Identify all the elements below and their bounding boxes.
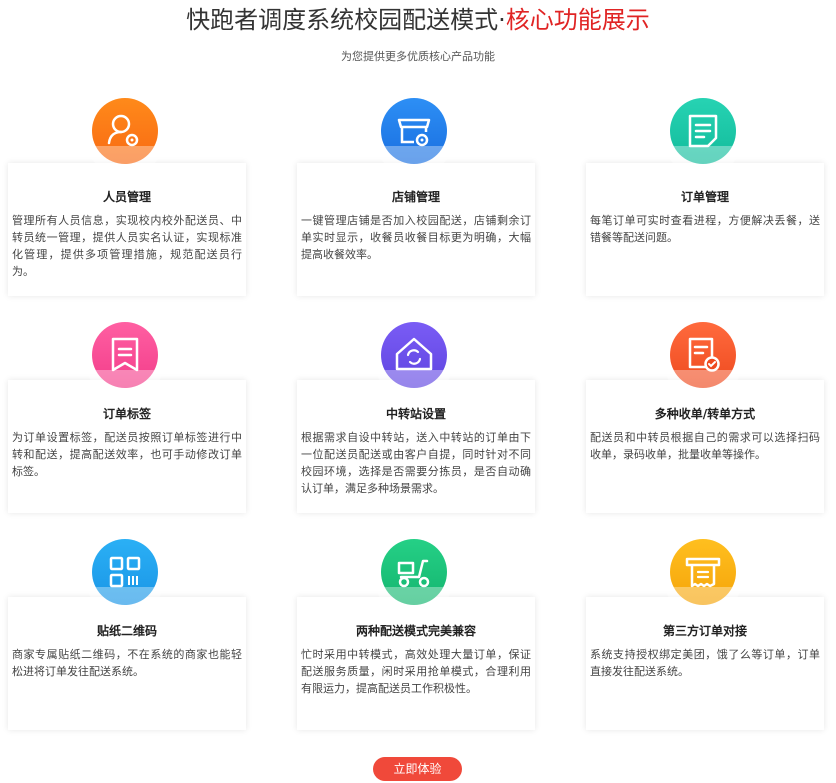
try-now-button[interactable]: 立即体验 (373, 757, 462, 781)
qr-code-icon (88, 539, 162, 611)
feature-card-order-tag: 订单标签 为订单设置标签，配送员按照订单标签进行中转和配送，提高配送效率，也可手… (8, 380, 246, 513)
feature-card-order: 订单管理 每笔订单可实时查看进程，方便解决丢餐，送错餐等配送问题。 (586, 163, 824, 296)
feature-title: 店铺管理 (391, 190, 440, 204)
feature-card-qr-sticker: 贴纸二维码 商家专属贴纸二维码，不在系统的商家也能轻松进将订单发往配送系统。 (8, 597, 246, 730)
page-subtitle: 为您提供更多优质核心产品功能 (341, 50, 495, 63)
feature-title: 人员管理 (102, 190, 151, 204)
feature-card-staff: 人员管理 管理所有人员信息，实现校内校外配送员、中转员统一管理，提供人员实名认证… (8, 163, 246, 296)
page-title: 快跑者调度系统校园配送模式·核心功能展示 (0, 4, 836, 36)
order-document-icon (666, 98, 740, 170)
feature-title: 订单管理 (680, 190, 729, 204)
feature-description: 配送员和中转员根据自己的需求可以选择扫码收单，录码收单，批量收单等操作。 (590, 431, 820, 461)
feature-card-third-party: 第三方订单对接 系统支持授权绑定美团，饿了么等订单，订单直接发往配送系统。 (586, 597, 824, 730)
feature-description: 系统支持授权绑定美团，饿了么等订单，订单直接发往配送系统。 (590, 648, 820, 678)
document-check-icon (666, 322, 740, 394)
feature-card-transfer-station: 中转站设置 根据需求自设中转站，送入中转站的订单由下一位配送员配送或由客户自提，… (297, 380, 535, 513)
feature-description: 商家专属贴纸二维码，不在系统的商家也能轻松进将订单发往配送系统。 (12, 648, 242, 678)
feature-card-receive-transfer: 多种收单/转单方式 配送员和中转员根据自己的需求可以选择扫码收单，录码收单，批量… (586, 380, 824, 513)
feature-title: 多种收单/转单方式 (654, 407, 756, 421)
page-title-accent: 核心功能展示 (505, 6, 650, 34)
feature-description: 忙时采用中转模式，高效处理大量订单，保证配送服务质量，闲时采用抢单模式，合理利用… (301, 648, 531, 695)
house-transfer-icon (377, 322, 451, 394)
user-gear-icon (88, 98, 162, 170)
feature-description: 一键管理店铺是否加入校园配送，店铺剩余订单实时显示，收餐员收餐目标更为明确，大幅… (301, 214, 531, 261)
feature-title: 中转站设置 (385, 407, 446, 421)
store-gear-icon (377, 98, 451, 170)
feature-title: 订单标签 (102, 407, 151, 421)
feature-description: 每笔订单可实时查看进程，方便解决丢餐，送错餐等配送问题。 (590, 214, 820, 244)
scooter-icon (377, 539, 451, 611)
feature-description: 管理所有人员信息，实现校内校外配送员、中转员统一管理，提供人员实名认证，实现标准… (12, 214, 242, 278)
bookmark-tag-icon (88, 322, 162, 394)
feature-title: 第三方订单对接 (662, 624, 747, 638)
feature-card-dual-mode: 两种配送模式完美兼容 忙时采用中转模式，高效处理大量订单，保证配送服务质量，闲时… (297, 597, 535, 730)
receipt-printer-icon (666, 539, 740, 611)
feature-card-store: 店铺管理 一键管理店铺是否加入校园配送，店铺剩余订单实时显示，收餐员收餐目标更为… (297, 163, 535, 296)
feature-description: 根据需求自设中转站，送入中转站的订单由下一位配送员配送或由客户自提，同时针对不同… (301, 431, 531, 495)
page-title-main: 快跑者调度系统校园配送模式· (186, 6, 506, 34)
feature-title: 两种配送模式完美兼容 (355, 624, 476, 638)
feature-title: 贴纸二维码 (96, 624, 157, 638)
feature-description: 为订单设置标签，配送员按照订单标签进行中转和配送，提高配送效率，也可手动修改订单… (12, 431, 242, 478)
